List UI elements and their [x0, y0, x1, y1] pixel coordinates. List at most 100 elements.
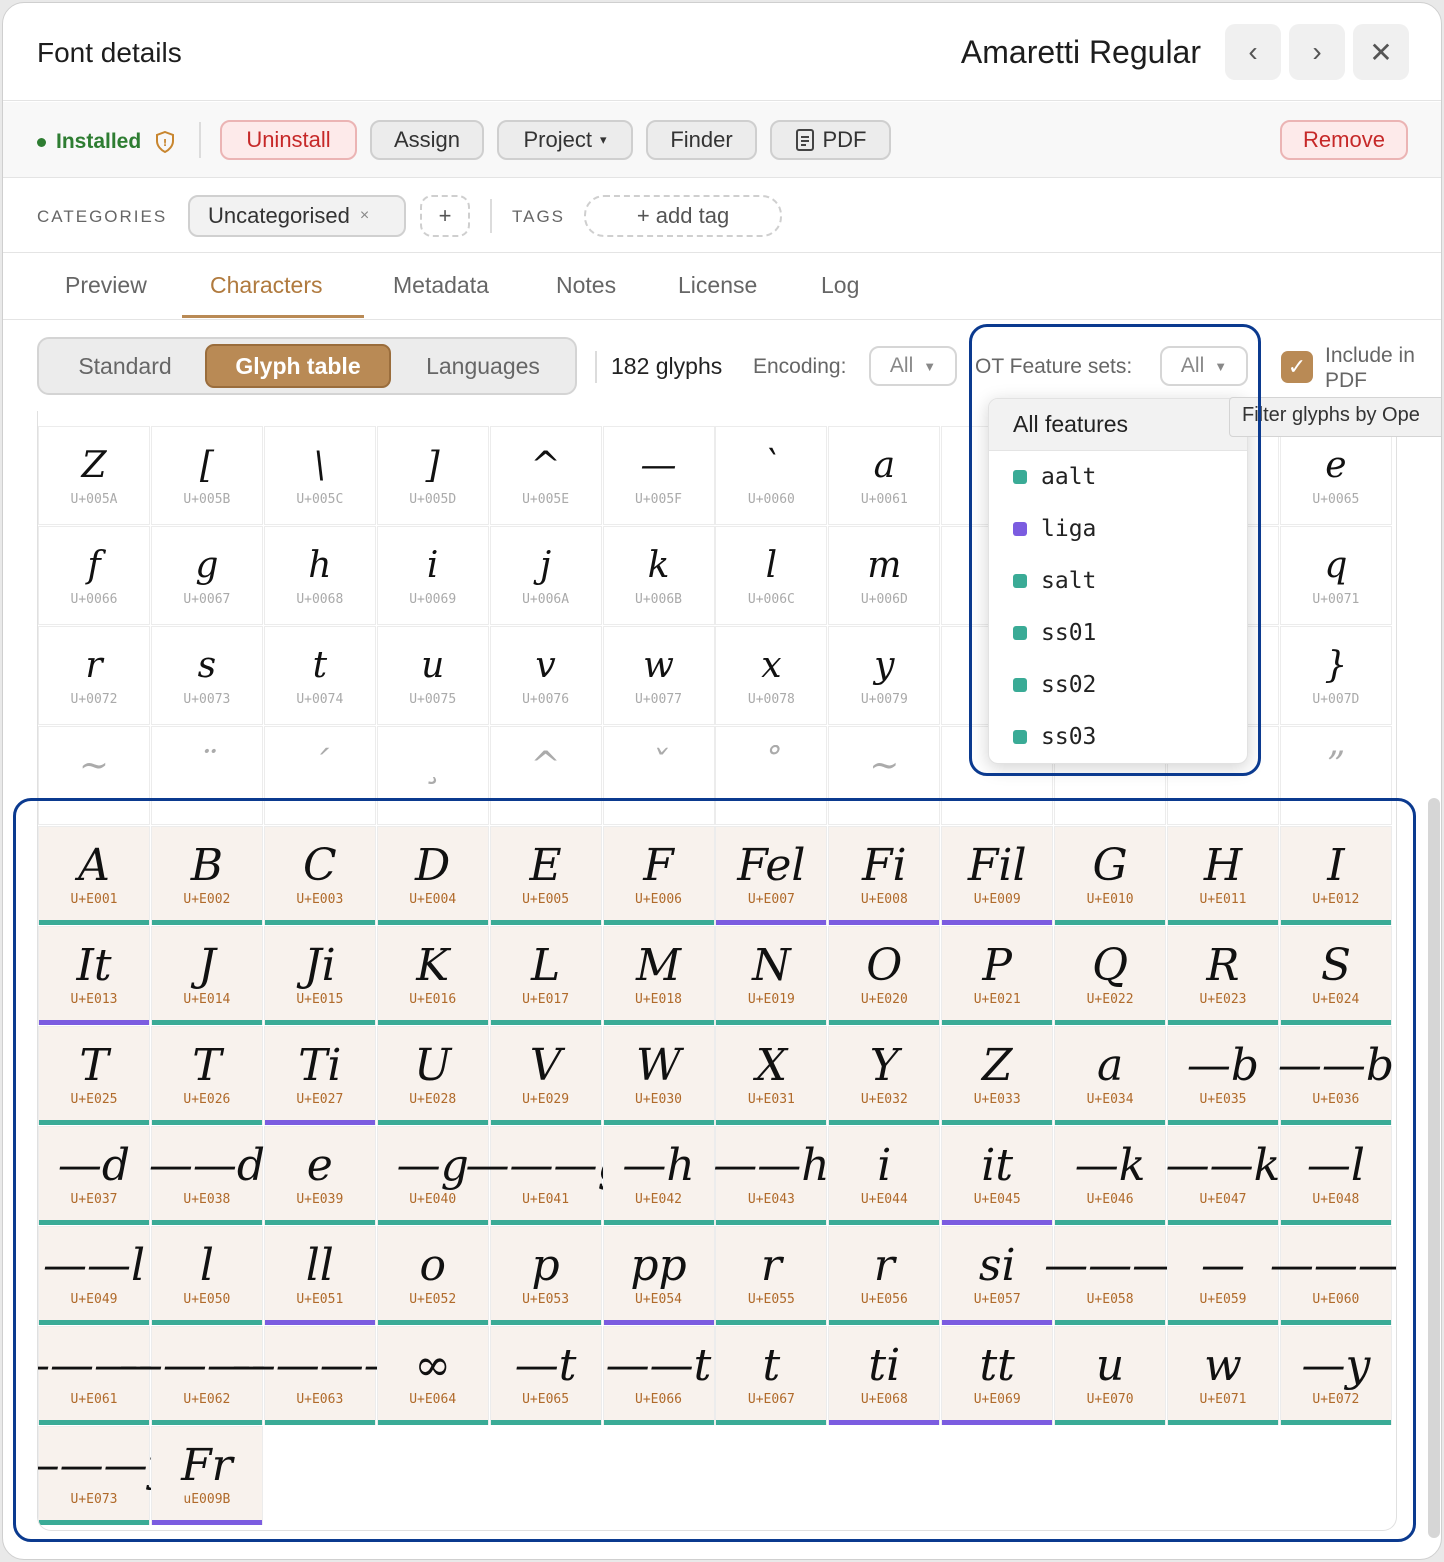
glyph-cell[interactable]: Ji U+E015	[263, 926, 376, 1025]
glyph-cell[interactable]: I U+E012	[1279, 826, 1392, 925]
glyph-cell[interactable]: h U+0068	[263, 526, 376, 625]
glyph-cell[interactable]: L U+E017	[489, 926, 602, 1025]
glyph-cell[interactable]: G U+E010	[1054, 826, 1167, 925]
glyph-cell[interactable]: T U+E026	[150, 1026, 263, 1125]
glyph-cell[interactable]: Q U+E022	[1054, 926, 1167, 1025]
dropdown-all-features[interactable]: All features	[989, 399, 1247, 451]
glyph-cell[interactable]: W U+E030	[602, 1026, 715, 1125]
glyph-cell[interactable]: — U+005F	[602, 426, 715, 525]
tab-metadata[interactable]: Metadata	[393, 272, 489, 299]
glyph-cell[interactable]: l U+006C	[715, 526, 828, 625]
glyph-cell[interactable]: ˚	[715, 726, 828, 825]
glyph-cell[interactable]: ——h U+E043	[713, 1126, 830, 1225]
glyph-cell[interactable]: P U+E021	[941, 926, 1054, 1025]
glyph-cell[interactable]: a U+0061	[828, 426, 941, 525]
glyph-cell[interactable]: Fr uE009B	[150, 1426, 263, 1525]
close-button[interactable]: ✕	[1353, 24, 1409, 80]
dropdown-item-aalt[interactable]: aalt	[989, 451, 1247, 503]
glyph-cell[interactable]: ti U+E068	[828, 1326, 941, 1425]
glyph-cell[interactable]: F U+E006	[602, 826, 715, 925]
glyph-cell[interactable]: ˊ	[263, 726, 376, 825]
glyph-cell[interactable]: k U+006B	[602, 526, 715, 625]
glyph-cell[interactable]: r U+E056	[828, 1226, 941, 1325]
glyph-cell[interactable]: —l U+E048	[1279, 1126, 1392, 1225]
glyph-cell[interactable]: t U+E067	[715, 1326, 828, 1425]
dropdown-item-salt[interactable]: salt	[989, 555, 1247, 607]
glyph-cell[interactable]: w U+0077	[602, 626, 715, 725]
glyph-cell[interactable]: [U+005B	[150, 426, 263, 525]
glyph-cell[interactable]: x U+0078	[715, 626, 828, 725]
glyph-cell[interactable]: C U+E003	[263, 826, 376, 925]
glyph-cell[interactable]: t U+0074	[263, 626, 376, 725]
glyph-cell[interactable]: It U+E013	[38, 926, 150, 1025]
glyph-cell[interactable]: ¸	[376, 726, 489, 825]
glyph-cell[interactable]: Fi U+E008	[828, 826, 941, 925]
glyph-cell[interactable]: ^ U+005E	[489, 426, 602, 525]
glyph-cell[interactable]: Z U+005A	[38, 426, 150, 525]
glyph-cell[interactable]: ∞ U+E064	[376, 1326, 489, 1425]
glyph-cell[interactable]: ——— U+E058	[1044, 1226, 1176, 1325]
glyph-cell[interactable]: —t U+E065	[489, 1326, 602, 1425]
glyph-cell[interactable]: —d U+E037	[38, 1126, 150, 1225]
glyph-cell[interactable]: Z U+E033	[941, 1026, 1054, 1125]
glyph-cell[interactable]: p U+E053	[489, 1226, 602, 1325]
glyph-cell[interactable]: ———— U+E063	[232, 1326, 408, 1425]
project-button[interactable]: Project ▾	[497, 120, 633, 160]
glyph-cell[interactable]: H U+E011	[1167, 826, 1279, 925]
glyph-cell[interactable]: E U+E005	[489, 826, 602, 925]
glyph-cell[interactable]: A U+E001	[38, 826, 150, 925]
glyph-cell[interactable]: U U+E028	[376, 1026, 489, 1125]
glyph-cell[interactable]: N U+E019	[715, 926, 828, 1025]
glyph-cell[interactable]: y U+0079	[828, 626, 941, 725]
add-tag-button[interactable]: + add tag	[584, 195, 782, 237]
glyph-cell[interactable]: —h U+E042	[602, 1126, 715, 1225]
next-font-button[interactable]: ›	[1289, 24, 1345, 80]
glyph-cell[interactable]: ¨	[150, 726, 263, 825]
tab-preview[interactable]: Preview	[65, 272, 147, 299]
glyph-cell[interactable]: ——l U+E049	[38, 1226, 150, 1325]
glyph-cell[interactable]: ——b U+E036	[1278, 1026, 1394, 1125]
assign-button[interactable]: Assign	[370, 120, 484, 160]
tab-notes[interactable]: Notes	[556, 272, 616, 299]
glyph-cell[interactable]: —y U+E072	[1279, 1326, 1392, 1425]
glyph-cell[interactable]: si U+E057	[941, 1226, 1054, 1325]
glyph-cell[interactable]: s U+0073	[150, 626, 263, 725]
glyph-cell[interactable]: v U+0076	[489, 626, 602, 725]
add-category-button[interactable]: +	[420, 195, 470, 237]
dropdown-item-ss02[interactable]: ss02	[989, 659, 1247, 711]
glyph-cell[interactable]: Fel U+E007	[715, 826, 828, 925]
glyph-cell[interactable]: g U+0067	[150, 526, 263, 625]
glyph-cell[interactable]: e U+E039	[263, 1126, 376, 1225]
view-glyph-table[interactable]: Glyph table	[205, 344, 391, 388]
glyph-cell[interactable]: w U+E071	[1167, 1326, 1279, 1425]
prev-font-button[interactable]: ‹	[1225, 24, 1281, 80]
tab-characters[interactable]: Characters	[210, 272, 322, 299]
glyph-cell[interactable]: it U+E045	[941, 1126, 1054, 1225]
glyph-cell[interactable]: a U+E034	[1054, 1026, 1167, 1125]
ot-feature-select[interactable]: All ▼	[1160, 346, 1248, 386]
glyph-cell[interactable]: Ti U+E027	[263, 1026, 376, 1125]
glyph-cell[interactable]: u U+0075	[376, 626, 489, 725]
tab-log[interactable]: Log	[821, 272, 859, 299]
glyph-cell[interactable]: ———yU+E073	[38, 1426, 172, 1525]
glyph-cell[interactable]: \ U+005C	[263, 426, 376, 525]
glyph-cell[interactable]: ~	[828, 726, 941, 825]
glyph-cell[interactable]: —k U+E046	[1054, 1126, 1167, 1225]
glyph-cell[interactable]: f U+0066	[38, 526, 150, 625]
glyph-cell[interactable]: ——— U+E060	[1270, 1226, 1396, 1325]
scrollbar[interactable]	[1428, 798, 1440, 1538]
glyph-cell[interactable]: ^	[489, 726, 602, 825]
glyph-cell[interactable]: r U+E055	[715, 1226, 828, 1325]
glyph-cell[interactable]: ll U+E051	[263, 1226, 376, 1325]
glyph-cell[interactable]: T U+E025	[38, 1026, 150, 1125]
glyph-cell[interactable]: q U+0071	[1279, 526, 1392, 625]
finder-button[interactable]: Finder	[646, 120, 757, 160]
glyph-cell[interactable]: u U+E070	[1054, 1326, 1167, 1425]
tab-license[interactable]: License	[678, 272, 757, 299]
view-languages[interactable]: Languages	[393, 344, 573, 388]
glyph-cell[interactable]: O U+E020	[828, 926, 941, 1025]
glyph-cell[interactable]: — U+E059	[1167, 1226, 1279, 1325]
glyph-cell[interactable]: R U+E023	[1167, 926, 1279, 1025]
glyph-cell[interactable]: Fil U+E009	[941, 826, 1054, 925]
glyph-cell[interactable]: ”	[1279, 726, 1392, 825]
